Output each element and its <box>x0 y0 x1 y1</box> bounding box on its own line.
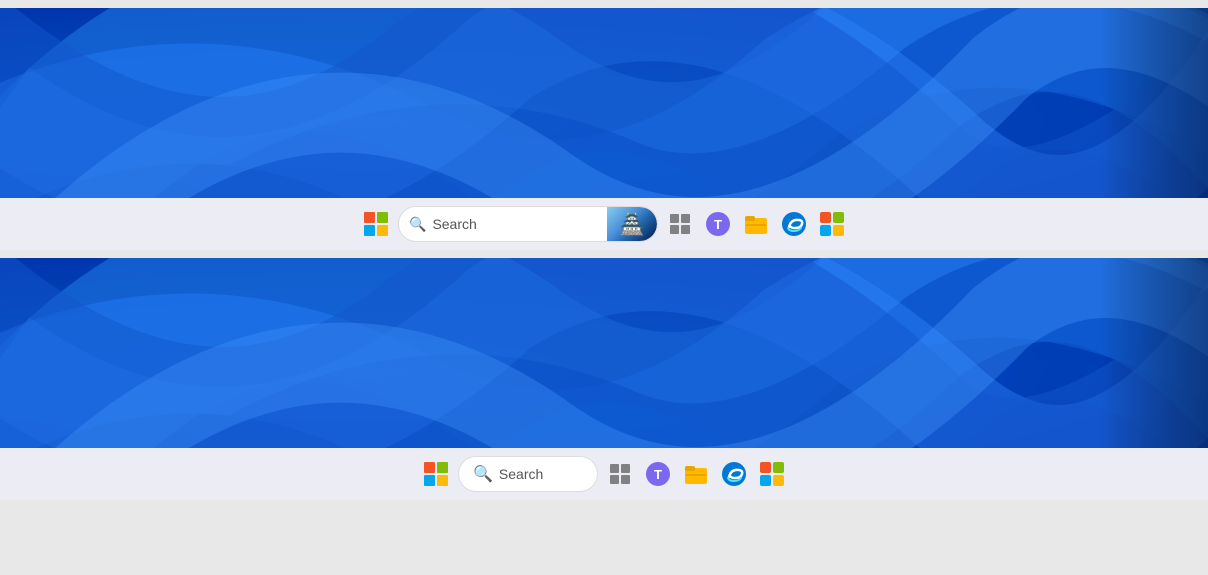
windows-logo-button-top[interactable] <box>360 208 392 240</box>
store-button-bottom[interactable] <box>756 458 788 490</box>
top-screen: 🔍 Search 🏯 T <box>0 8 1208 250</box>
explorer-button-top[interactable] <box>740 208 772 240</box>
search-bar-bottom[interactable]: 🔍 Search <box>458 456 598 492</box>
search-icon-bottom: 🔍 <box>473 464 493 484</box>
edge-button-bottom[interactable] <box>718 458 750 490</box>
svg-text:T: T <box>714 217 722 232</box>
bottom-wallpaper <box>0 258 1208 448</box>
store-button-top[interactable] <box>816 208 848 240</box>
top-wallpaper <box>0 8 1208 198</box>
teams-button-bottom[interactable]: T <box>642 458 674 490</box>
teams-button-top[interactable]: T <box>702 208 734 240</box>
bottom-taskbar: 🔍 Search T <box>0 448 1208 500</box>
bottom-screen: 🔍 Search T <box>0 258 1208 500</box>
lighthouse-icon-top: 🏯 <box>620 212 645 237</box>
search-icon-top: 🔍 <box>409 216 426 233</box>
lighthouse-preview-top: 🏯 <box>607 207 657 241</box>
top-taskbar: 🔍 Search 🏯 T <box>0 198 1208 250</box>
windows-logo-button-bottom[interactable] <box>420 458 452 490</box>
task-view-button-bottom[interactable] <box>604 458 636 490</box>
task-view-button-top[interactable] <box>664 208 696 240</box>
svg-text:T: T <box>654 467 662 482</box>
search-label-bottom: Search <box>499 466 543 482</box>
edge-button-top[interactable] <box>778 208 810 240</box>
explorer-button-bottom[interactable] <box>680 458 712 490</box>
search-bar-top[interactable]: 🔍 Search 🏯 <box>398 206 658 242</box>
